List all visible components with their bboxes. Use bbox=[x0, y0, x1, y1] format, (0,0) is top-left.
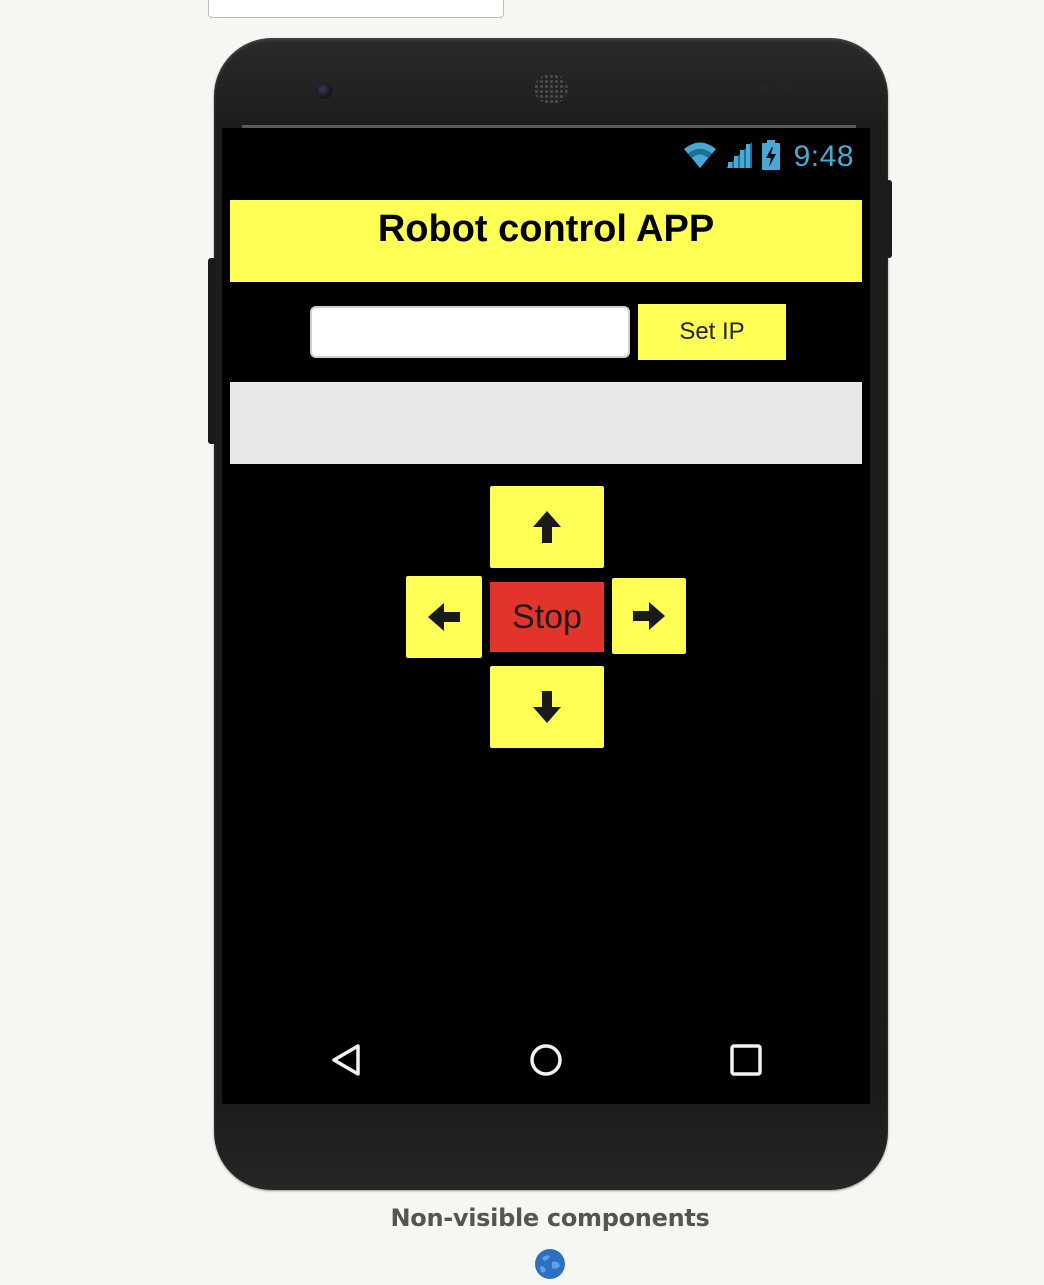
back-button[interactable] bbox=[322, 1038, 370, 1086]
front-camera bbox=[316, 83, 332, 99]
status-bar: 9:48 bbox=[222, 128, 870, 186]
arrow-down-icon bbox=[532, 690, 562, 724]
arrow-left-icon bbox=[427, 602, 461, 632]
title-bar: Robot control APP bbox=[230, 200, 862, 282]
back-icon bbox=[329, 1042, 363, 1083]
recents-button[interactable] bbox=[722, 1038, 770, 1086]
nav-bar bbox=[222, 1024, 870, 1096]
arrow-right-icon bbox=[632, 601, 666, 631]
stop-button[interactable]: Stop bbox=[490, 582, 604, 652]
home-icon bbox=[528, 1042, 564, 1083]
screen-size-select[interactable] bbox=[208, 0, 504, 18]
web-component-icon[interactable] bbox=[534, 1248, 566, 1280]
forward-button[interactable] bbox=[490, 486, 604, 568]
proximity-sensor bbox=[760, 84, 768, 92]
ip-address-input[interactable] bbox=[310, 306, 630, 358]
home-button[interactable] bbox=[522, 1038, 570, 1086]
right-button[interactable] bbox=[612, 578, 686, 654]
light-sensor bbox=[782, 84, 790, 92]
status-time: 9:48 bbox=[793, 140, 854, 173]
non-visible-components-label: Non-visible components bbox=[390, 1204, 710, 1232]
app-title: Robot control APP bbox=[377, 208, 715, 250]
backward-button[interactable] bbox=[490, 666, 604, 748]
phone-volume-button bbox=[208, 258, 216, 444]
arrow-up-icon bbox=[532, 510, 562, 544]
status-label bbox=[230, 382, 862, 464]
earpiece-speaker bbox=[534, 74, 568, 104]
left-button[interactable] bbox=[406, 576, 482, 658]
battery-charging-icon bbox=[760, 139, 782, 176]
recents-icon bbox=[728, 1042, 764, 1083]
status-icons: 9:48 bbox=[682, 139, 854, 176]
wifi-icon bbox=[682, 140, 718, 175]
phone-screen: 9:48 Robot control APP Set IP Stop bbox=[222, 128, 870, 1104]
phone-power-button bbox=[886, 180, 892, 258]
set-ip-button[interactable]: Set IP bbox=[638, 304, 786, 360]
cell-signal-icon bbox=[724, 140, 754, 175]
